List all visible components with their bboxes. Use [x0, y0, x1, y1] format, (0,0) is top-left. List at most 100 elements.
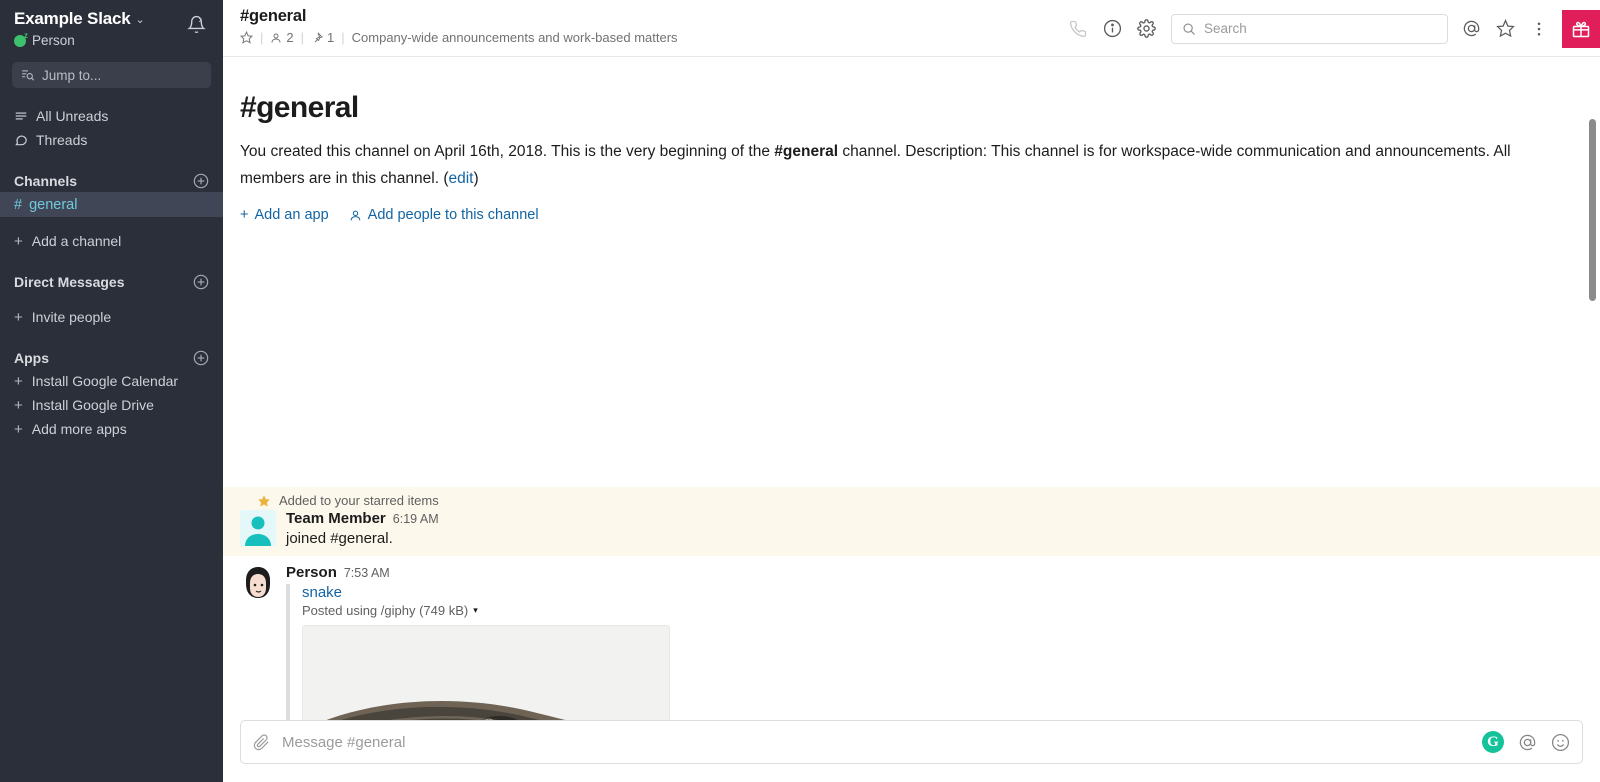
sidebar-item-threads[interactable]: Threads [0, 128, 223, 152]
pins-count-group[interactable]: 1 [311, 30, 334, 45]
message-group-starred[interactable]: Added to your starred items Team Member … [223, 487, 1600, 556]
at-mention-icon[interactable] [1518, 733, 1537, 752]
message-pane[interactable]: #general You created this channel on Apr… [223, 57, 1600, 782]
members-count-group[interactable]: 2 [270, 30, 294, 45]
plus-icon: + [14, 420, 23, 438]
starred-banner: Added to your starred items [223, 487, 1600, 510]
apps-section-title: Apps [14, 350, 49, 366]
jump-search-icon [22, 70, 35, 81]
sidebar-add-channel[interactable]: + Add a channel [0, 229, 223, 253]
starred-items-icon[interactable] [1488, 12, 1522, 46]
plus-circle-icon[interactable] [193, 350, 209, 366]
add-an-app-button[interactable]: + Add an app [240, 207, 329, 223]
divider: | [300, 30, 305, 45]
members-count: 2 [286, 30, 294, 45]
star-outline-icon[interactable] [240, 31, 253, 44]
sidebar-item-channel-general[interactable]: # general [0, 192, 223, 217]
search-icon [1183, 22, 1195, 35]
gift-icon[interactable] [1562, 9, 1600, 48]
at-mention-icon[interactable] [1454, 12, 1488, 46]
sidebar-add-more-apps[interactable]: + Add more apps [0, 417, 223, 441]
unreads-icon [15, 112, 27, 120]
search-placeholder: Search [1204, 21, 1247, 36]
dm-section-title: Direct Messages [14, 274, 125, 290]
kebab-menu-icon[interactable] [1522, 12, 1556, 46]
illustrated-face-avatar [240, 564, 276, 600]
slack-app: Example Slack ⌄ Person z [0, 0, 1600, 782]
user-name: Person [32, 33, 75, 48]
plus-icon: + [14, 396, 23, 414]
plus-circle-icon[interactable] [193, 274, 209, 290]
message-header: Person 7:53 AM [286, 564, 1583, 581]
plus-icon: + [14, 308, 23, 326]
gear-icon[interactable] [1129, 12, 1163, 46]
user-presence[interactable]: Person [14, 31, 145, 48]
emoji-smiley-icon[interactable] [1551, 733, 1570, 752]
plus-icon: + [240, 207, 249, 223]
chevron-down-icon: ⌄ [135, 14, 145, 26]
page-title: #general [240, 7, 307, 25]
channel-intro-actions: + Add an app Add people to this channel [240, 207, 1600, 223]
info-circle-icon[interactable] [1095, 12, 1129, 46]
avatar[interactable] [240, 564, 276, 600]
grammarly-icon[interactable]: G [1482, 731, 1504, 753]
jump-to-search[interactable]: Jump to... [12, 62, 211, 88]
sidebar-nav: All Unreads Threads [0, 104, 223, 152]
intro-text-part1: You created this channel on April 16th, … [240, 143, 775, 160]
main-content: #general | 2 | 1 | Company-wide announce… [223, 0, 1600, 782]
workspace-info[interactable]: Example Slack ⌄ Person [14, 9, 145, 48]
channel-intro-title: #general [240, 91, 359, 124]
intro-text-part3: ) [473, 170, 479, 187]
sidebar-invite-people[interactable]: + Invite people [0, 305, 223, 329]
attachment-title[interactable]: snake [302, 584, 1583, 601]
sidebar-item-all-unreads[interactable]: All Unreads [0, 104, 223, 128]
dm-section-header[interactable]: Direct Messages [0, 271, 223, 293]
sidebar-item-label: Threads [36, 132, 88, 148]
message-author[interactable]: Team Member [286, 510, 386, 527]
workspace-title-row[interactable]: Example Slack ⌄ [14, 9, 145, 29]
sidebar-install-google-drive[interactable]: + Install Google Drive [0, 393, 223, 417]
sidebar-install-google-calendar[interactable]: + Install Google Calendar [0, 369, 223, 393]
plus-circle-icon[interactable] [193, 173, 209, 189]
message-list: Added to your starred items Team Member … [223, 487, 1600, 749]
message-header: Team Member 6:19 AM [286, 510, 1583, 527]
app-label: Install Google Drive [31, 397, 154, 413]
attachment-meta: Posted using /giphy (749 kB) ▾ [302, 603, 1583, 618]
message-row: Team Member 6:19 AM joined #general. [223, 510, 1600, 550]
composer-wrapper: Message #general G [223, 720, 1600, 782]
app-label: Install Google Calendar [31, 373, 179, 389]
pins-count: 1 [327, 30, 335, 45]
add-people-button[interactable]: Add people to this channel [349, 207, 539, 223]
jump-to-label: Jump to... [42, 67, 102, 83]
bell-snooze-icon[interactable]: z [183, 11, 209, 37]
apps-section-header[interactable]: Apps [0, 347, 223, 369]
chevron-down-icon[interactable]: ▾ [473, 605, 478, 616]
message-body: Person 7:53 AM snake Posted using /giphy… [286, 564, 1583, 745]
hash-icon: # [14, 196, 23, 213]
channels-section-header[interactable]: Channels [0, 170, 223, 192]
message-author[interactable]: Person [286, 564, 337, 581]
phone-icon[interactable] [1061, 12, 1095, 46]
app-label: Add more apps [31, 421, 127, 437]
composer-placeholder: Message #general [282, 733, 406, 751]
default-person-avatar [240, 510, 276, 546]
channel-topic[interactable]: Company-wide announcements and work-base… [352, 30, 678, 45]
person-icon [271, 33, 281, 43]
channel-meta: | 2 | 1 | Company-wide announcements and… [240, 30, 678, 45]
scrollbar-thumb[interactable] [1589, 119, 1596, 301]
channel-name-label: general [29, 196, 78, 213]
search-input[interactable]: Search [1171, 13, 1448, 44]
intro-channel-mention: #general [774, 143, 839, 160]
avatar[interactable] [240, 510, 276, 546]
channel-header-left: #general | 2 | 1 | Company-wide announce… [240, 6, 678, 45]
edit-link[interactable]: edit [448, 170, 473, 187]
workspace-name: Example Slack [14, 9, 131, 28]
add-people-label: Add people to this channel [367, 207, 539, 223]
status-away-icon [14, 31, 28, 47]
divider: | [260, 30, 264, 45]
paperclip-icon[interactable] [253, 733, 270, 751]
composer-icons: G [1482, 731, 1570, 753]
starred-banner-label: Added to your starred items [279, 493, 439, 508]
message-composer[interactable]: Message #general G [240, 720, 1583, 764]
pin-icon [314, 32, 323, 42]
